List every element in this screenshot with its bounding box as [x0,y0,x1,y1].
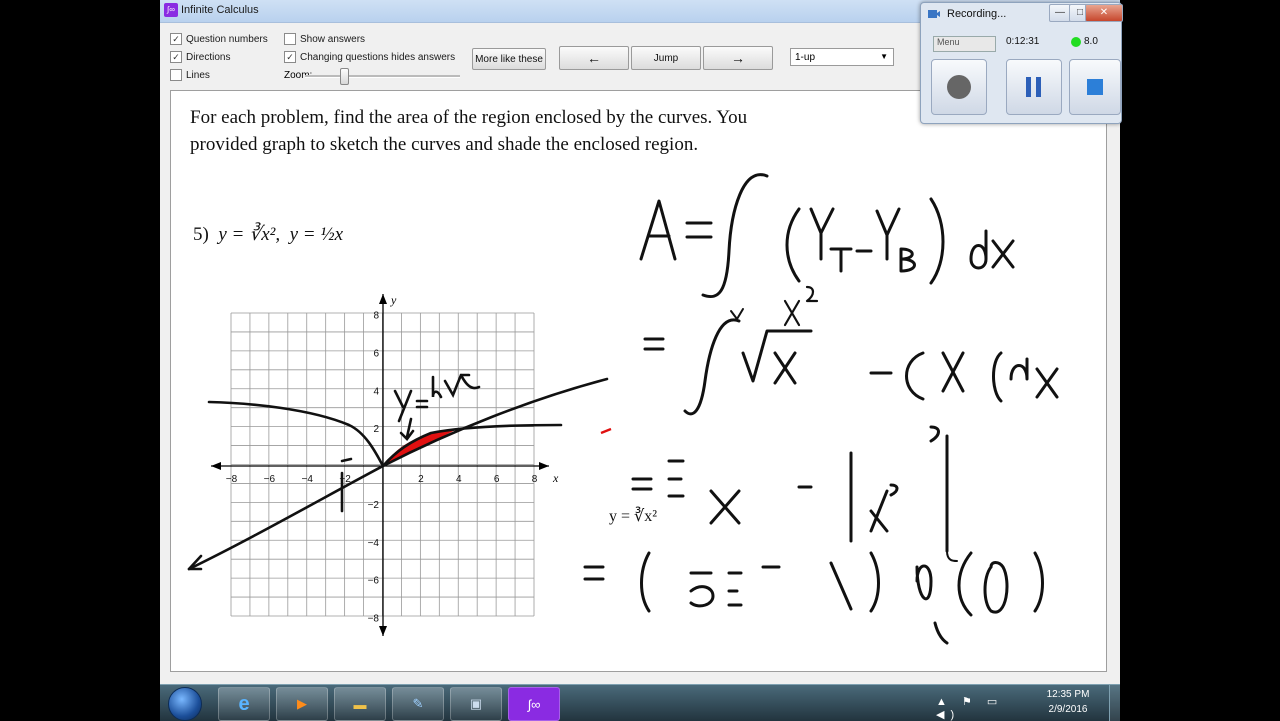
annotation-ink [393,375,443,423]
internet-explorer-icon[interactable]: e [218,687,270,721]
previous-button[interactable]: ← [559,46,629,70]
x-tick-label: 2 [418,474,424,485]
infinite-calculus-taskbar-icon[interactable]: ∫∞ [508,687,560,721]
close-icon[interactable]: ✕ [1085,4,1123,22]
clock-time[interactable]: 12:35 PM [1038,689,1098,700]
x-tick-label: 8 [532,474,538,485]
changing-questions-checkbox[interactable]: ✓ Changing questions hides answers [284,50,455,64]
handwriting-annotation: y = ∛x² [609,506,657,525]
recording-widget: Recording... — □ ✕ Menu 0:12:31 8.0 [920,2,1123,124]
x-axis-arrow-icon [539,462,549,470]
y-tick-label: 8 [373,311,379,322]
checkbox-checked-icon: ✓ [170,51,182,63]
x-tick-label: −6 [264,474,276,485]
x-axis-arrow-left-icon [211,462,221,470]
svg-text:y = ∛x²: y = ∛x² [609,506,657,525]
zoom-slider-thumb[interactable] [340,68,349,85]
notes-app-icon[interactable]: ✎ [392,687,444,721]
start-button[interactable] [168,687,202,721]
clock-date[interactable]: 2/9/2016 [1038,704,1098,715]
annotation-root-ink [443,373,481,398]
x-tick-label: 4 [456,474,462,485]
checkbox-checked-icon: ✓ [170,33,182,45]
y-axis-arrow-icon [379,294,387,304]
worksheet-page: For each problem, find the area of the r… [170,90,1107,672]
y-tick-label: 2 [373,424,379,435]
layout-select[interactable]: 1-up ▼ [790,48,894,66]
y-tick-label: −8 [368,614,380,625]
y-axis-label: y [390,293,397,307]
recording-time: 0:12:31 [1006,36,1040,47]
question-numbers-label: Question numbers [186,33,268,45]
directions-label: Directions [186,51,231,63]
handwritten-solution [583,173,1059,645]
windows-taskbar: e ▶ ▬ ✎ ▣ ∫∞ ▲ ⚑ ▭ ◀) 12:35 PM 2/9/2016 [160,684,1120,721]
recording-size: 8.0 [1084,36,1098,47]
stop-button[interactable] [1069,59,1121,115]
checkbox-unchecked-icon [284,33,296,45]
lines-checkbox[interactable]: Lines [170,68,210,82]
y-tick-label: −4 [368,538,380,549]
window-title: Infinite Calculus [181,4,259,16]
directions-checkbox[interactable]: ✓ Directions [170,50,230,64]
zoom-slider-track[interactable] [305,75,460,78]
checkbox-checked-icon: ✓ [284,51,296,63]
media-player-icon[interactable]: ▶ [276,687,328,721]
record-button[interactable] [931,59,987,115]
minimize-icon[interactable]: — [1049,4,1071,22]
record-icon [947,75,971,99]
graph-and-ink-layer: x y −8 −6 −4 −2 2 4 6 8 8642−2−4−6−8 y =… [187,173,1059,645]
handwriting-equation-label: y = ∛x² [609,506,657,525]
app-icon: ∫∞ [164,3,178,17]
stop-icon [1087,79,1103,95]
pause-icon-bar [1036,77,1041,97]
show-desktop-button[interactable] [1109,685,1120,721]
red-tick-mark [600,427,612,435]
x-tick-label: −8 [226,474,238,485]
show-answers-label: Show answers [300,33,366,45]
y-tick-label: 4 [373,386,379,397]
pause-icon [1026,77,1031,97]
x-axis-label: x [552,471,559,485]
question-numbers-checkbox[interactable]: ✓ Question numbers [170,32,268,46]
recorder-menu[interactable]: Menu [933,36,996,52]
show-answers-checkbox[interactable]: Show answers [284,32,365,46]
annotation-arrow-ink [399,417,415,441]
recorder-app-icon[interactable]: ▣ [450,687,502,721]
next-button[interactable]: → [703,46,773,70]
y-tick-label: −6 [368,576,380,587]
chevron-down-icon: ▼ [880,52,888,61]
tray-icons[interactable]: ▲ ⚑ ▭ ◀) [936,695,1026,721]
x-tick-label: −4 [302,474,314,485]
more-like-these-button[interactable]: More like these [472,48,546,70]
recorder-title: Recording... [947,8,1007,20]
y-tick-label: 6 [373,348,379,359]
jump-button[interactable]: Jump [631,46,701,70]
x-tick-label: 6 [494,474,500,485]
changing-questions-label: Changing questions hides answers [300,51,456,63]
pause-button[interactable] [1006,59,1062,115]
recording-status-icon [1071,37,1081,47]
y-axis-arrow-down-icon [379,626,387,636]
checkbox-unchecked-icon [170,69,182,81]
recorder-icon [928,10,940,18]
lines-label: Lines [186,69,210,81]
layout-select-value: 1-up [795,51,816,63]
file-explorer-icon[interactable]: ▬ [334,687,386,721]
y-tick-label: −2 [368,500,380,511]
